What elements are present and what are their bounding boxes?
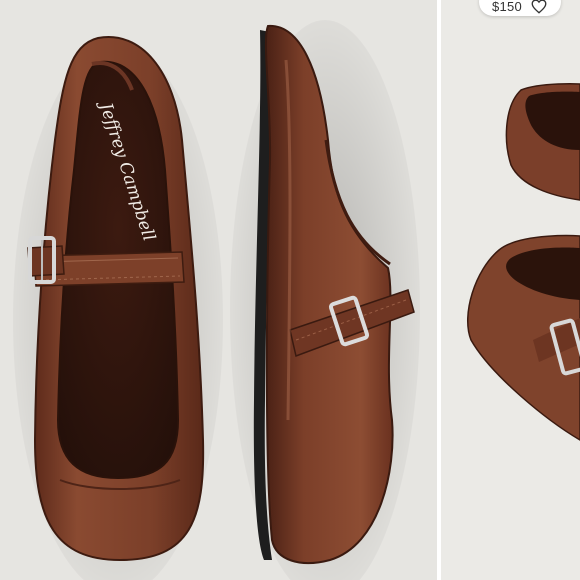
price-like-pill[interactable]: $150 xyxy=(479,0,561,16)
closeup-shoe-top xyxy=(505,83,580,201)
shoes-closeup-photo xyxy=(467,83,580,441)
next-product-photo[interactable] xyxy=(441,0,580,580)
main-product-photo[interactable]: Jeffrey Campbell xyxy=(0,0,437,580)
heart-outline-icon[interactable] xyxy=(530,0,548,15)
closeup-shoe-bottom xyxy=(467,234,580,441)
listing-image-carousel[interactable]: Jeffrey Campbell $150 xyxy=(0,0,580,580)
shoes-photo: Jeffrey Campbell xyxy=(13,20,420,580)
price-label: $150 xyxy=(491,0,523,14)
